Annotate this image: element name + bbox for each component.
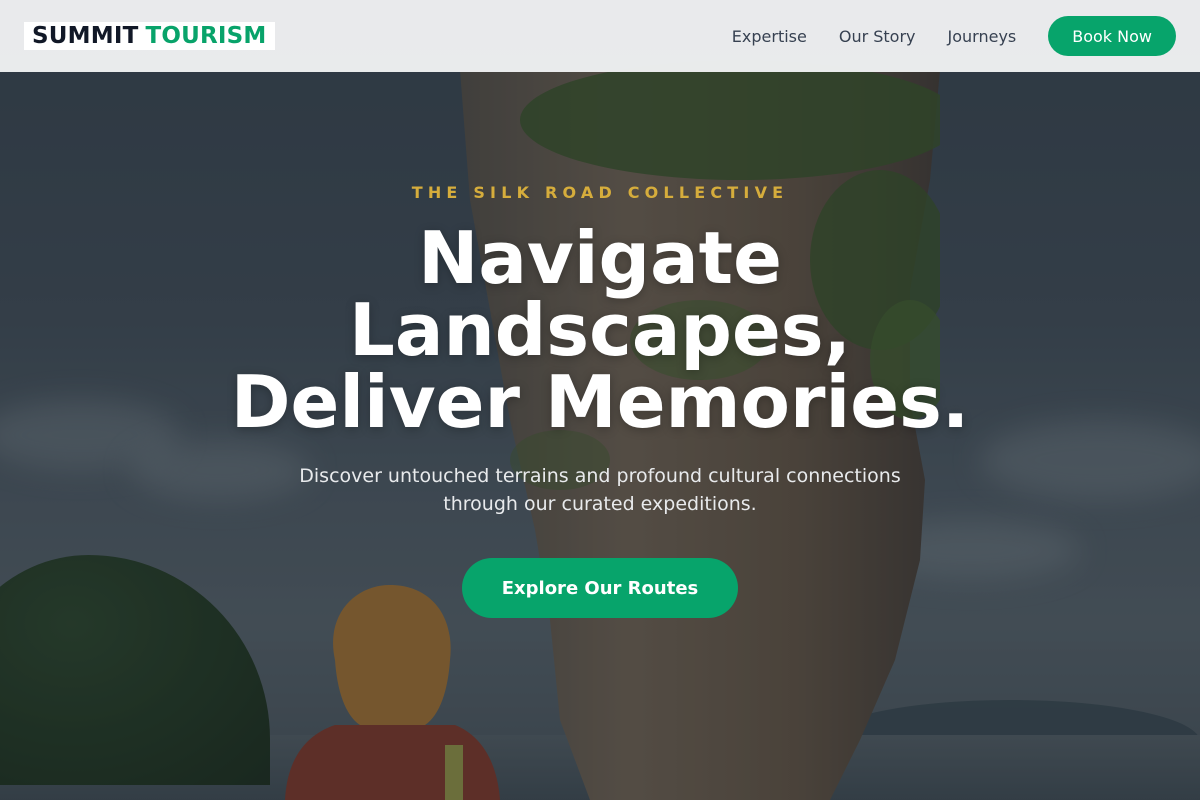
hero-eyebrow: THE SILK ROAD COLLECTIVE [411,183,789,202]
brand-word-tourism: TOURISM [145,23,267,49]
book-now-button[interactable]: Book Now [1048,16,1176,56]
hero-headline: Navigate Landscapes, Deliver Memories. [0,222,1200,438]
headline-line-1: Navigate [418,216,782,300]
explore-routes-button[interactable]: Explore Our Routes [462,558,738,618]
brand-word-summit: SUMMIT [32,23,139,49]
hero-subtext: Discover untouched terrains and profound… [299,465,901,515]
main-nav: Expertise Our Story Journeys Book Now [732,16,1176,56]
nav-link-expertise[interactable]: Expertise [732,27,807,46]
headline-line-3: Deliver Memories. [230,360,970,444]
brand-logo[interactable]: SUMMIT TOURISM [24,22,275,50]
nav-link-our-story[interactable]: Our Story [839,27,916,46]
site-header: SUMMIT TOURISM Expertise Our Story Journ… [0,0,1200,72]
nav-link-journeys[interactable]: Journeys [948,27,1017,46]
headline-line-2: Landscapes, [349,288,851,372]
